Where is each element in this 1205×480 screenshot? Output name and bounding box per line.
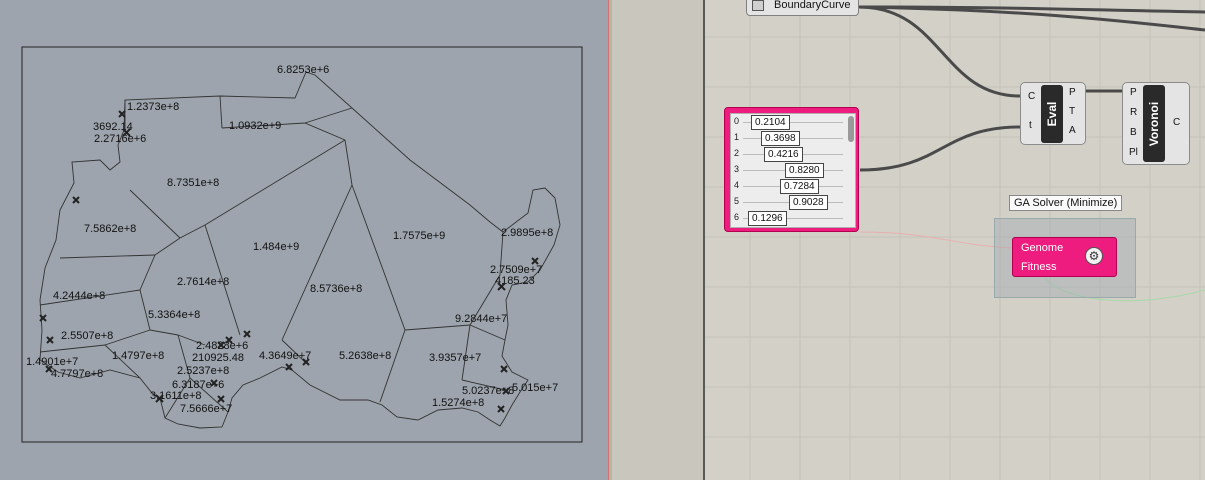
gene-slider-row[interactable]: 4 0.7284 <box>731 178 845 194</box>
eval-input-c[interactable]: C <box>1028 91 1035 102</box>
cell-label: 2.5507e+8 <box>61 330 113 342</box>
gene-value[interactable]: 0.8280 <box>785 163 824 178</box>
voronoi-name-pill: Voronoi <box>1143 85 1165 162</box>
viewport-frame <box>21 46 583 443</box>
faint-wire <box>859 231 1013 249</box>
cell-label: 1.5274e+8 <box>432 397 484 409</box>
boundary-curve-label: BoundaryCurve <box>774 0 851 11</box>
eval-output-p[interactable]: P <box>1069 87 1076 98</box>
gene-index: 3 <box>734 164 740 174</box>
cell-label: 2.9895e+8 <box>501 227 553 239</box>
gene-slider-row[interactable]: 1 0.3698 <box>731 130 845 146</box>
rhino-viewport[interactable]: 6.8253e+6 1.2373e+8 3692.14 2.2716e+6 1.… <box>0 0 608 480</box>
gene-slider-row[interactable]: 0 0.2104 <box>731 114 845 130</box>
ga-solver-tooltip: GA Solver (Minimize) <box>1009 195 1123 211</box>
site-points <box>39 110 539 413</box>
cell-label: 2.7614e+8 <box>177 276 229 288</box>
cell-label: 8.5736e+8 <box>310 283 362 295</box>
eval-name-pill: Eval <box>1041 85 1063 143</box>
genome-input[interactable]: Genome <box>1021 242 1063 254</box>
voronoi-output-c[interactable]: C <box>1173 117 1180 128</box>
gene-pool-component[interactable]: 0 0.2104 1 0.3698 2 0.4216 3 0.8280 4 0.… <box>724 107 859 232</box>
cell-label: 7.5862e+8 <box>84 223 136 235</box>
gene-value[interactable]: 0.2104 <box>751 115 790 130</box>
gene-slider-row[interactable]: 6 0.1296 <box>731 210 845 226</box>
voronoi-component[interactable]: P R B Pl Voronoi C <box>1122 82 1190 165</box>
cell-label: 1.2373e+8 <box>127 101 179 113</box>
gene-slider-row[interactable]: 3 0.8280 <box>731 162 845 178</box>
gene-value[interactable]: 0.3698 <box>761 131 800 146</box>
ga-solver-component[interactable]: Genome Fitness ⚙ <box>1012 237 1117 277</box>
gene-value[interactable]: 0.9028 <box>789 195 828 210</box>
gene-index: 1 <box>734 132 740 142</box>
cell-label: 7.5666e+7 <box>180 403 232 415</box>
cell-label: 4.2444e+8 <box>53 290 105 302</box>
gene-index: 2 <box>734 148 740 158</box>
voronoi-input-pl[interactable]: Pl <box>1129 147 1138 158</box>
gene-slider-row[interactable]: 5 0.9028 <box>731 194 845 210</box>
eval-name: Eval <box>1045 101 1059 127</box>
voronoi-name: Voronoi <box>1147 101 1161 146</box>
cell-label: 4.7797e+8 <box>51 368 103 380</box>
curve-param-icon <box>752 0 764 11</box>
gene-pool-list[interactable]: 0 0.2104 1 0.3698 2 0.4216 3 0.8280 4 0.… <box>730 113 856 228</box>
gene-slider-row[interactable]: 2 0.4216 <box>731 146 845 162</box>
cell-label: 1.4797e+8 <box>112 350 164 362</box>
gene-list-scrollbar[interactable] <box>848 116 854 142</box>
cell-label: 5.2638e+8 <box>339 350 391 362</box>
eval-output-a[interactable]: A <box>1069 125 1076 136</box>
voronoi-cells-labels: 6.8253e+6 1.2373e+8 3692.14 2.2716e+6 1.… <box>26 64 558 415</box>
gene-index: 0 <box>734 116 740 126</box>
voronoi-input-b[interactable]: B <box>1130 127 1137 138</box>
voronoi-input-p[interactable]: P <box>1130 87 1137 98</box>
map-drawing: 6.8253e+6 1.2373e+8 3692.14 2.2716e+6 1.… <box>21 46 583 443</box>
fitness-input[interactable]: Fitness <box>1021 261 1056 273</box>
cell-label: 8.7351e+8 <box>167 177 219 189</box>
eval-output-t[interactable]: T <box>1069 106 1075 117</box>
cell-label: 1.7575e+9 <box>393 230 445 242</box>
cell-label: 3.9357e+7 <box>429 352 481 364</box>
voronoi-input-r[interactable]: R <box>1130 107 1137 118</box>
cell-label: 9.2844e+7 <box>455 313 507 325</box>
cell-label: 6.8253e+6 <box>277 64 329 76</box>
gene-value[interactable]: 0.7284 <box>780 179 819 194</box>
gear-icon: ⚙ <box>1085 247 1103 265</box>
gene-index: 6 <box>734 212 740 222</box>
cell-label: 1.0932e+9 <box>229 120 281 132</box>
cell-label: 210925.48 <box>192 352 244 364</box>
gene-value[interactable]: 0.4216 <box>764 147 803 162</box>
gene-index: 4 <box>734 180 740 190</box>
boundary-curve-param[interactable]: BoundaryCurve <box>746 0 859 16</box>
cell-label: 5.015e+7 <box>512 382 558 394</box>
cell-label: 2.2716e+6 <box>94 133 146 145</box>
cell-label: 5.3364e+8 <box>148 309 200 321</box>
cell-label: 1.484e+9 <box>253 241 299 253</box>
cell-label: 2.5237e+8 <box>177 365 229 377</box>
eval-input-t[interactable]: t <box>1029 120 1032 131</box>
grasshopper-canvas[interactable]: BoundaryCurve C t Eval P T A P R B Pl Vo… <box>612 0 1205 480</box>
gene-index: 5 <box>734 196 740 206</box>
gene-value[interactable]: 0.1296 <box>748 211 787 226</box>
eval-curve-component[interactable]: C t Eval P T A <box>1020 82 1086 145</box>
